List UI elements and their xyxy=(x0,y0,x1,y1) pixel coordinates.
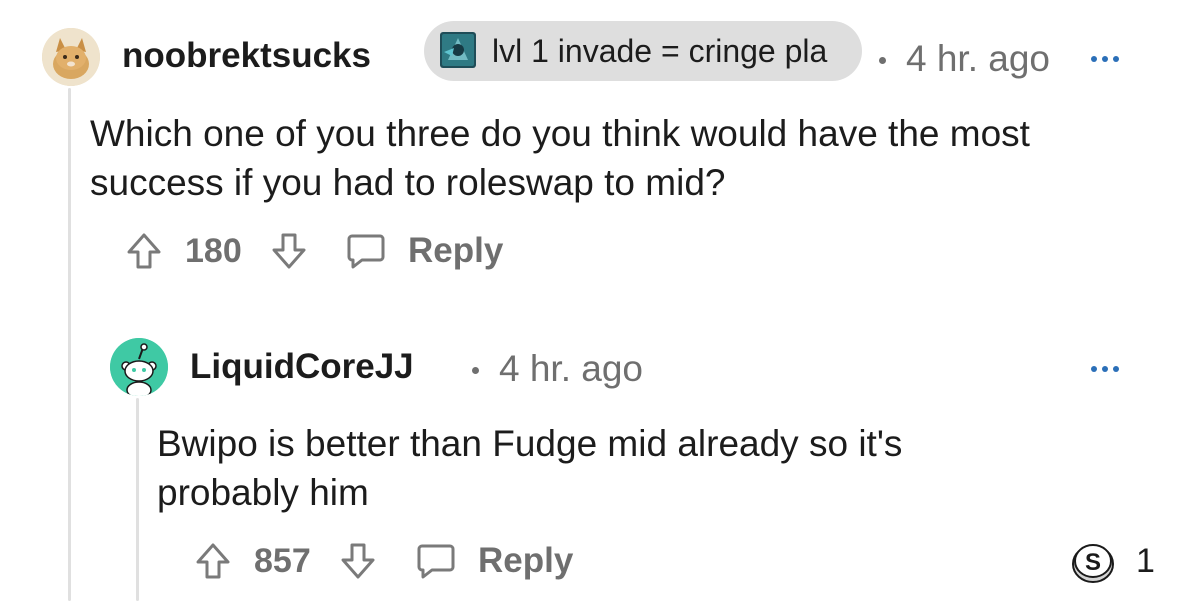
flair-champion-icon xyxy=(440,32,476,68)
award-count: 1 xyxy=(1136,542,1155,580)
reply-icon[interactable] xyxy=(416,542,456,580)
comment-username[interactable]: noobrektsucks xyxy=(122,36,371,76)
flair-text: lvl 1 invade = cringe pla xyxy=(492,33,828,69)
reply-timestamp: 4 hr. ago xyxy=(499,348,644,389)
reply-username[interactable]: LiquidCoreJJ xyxy=(190,347,414,387)
more-options-button[interactable] xyxy=(1091,56,1119,62)
reply-button[interactable]: Reply xyxy=(478,541,573,581)
upvote-icon[interactable] xyxy=(195,542,231,580)
meta-separator-dot xyxy=(879,57,886,64)
reply-button[interactable]: Reply xyxy=(408,231,503,271)
avatar[interactable] xyxy=(110,338,168,396)
reply-body: Bwipo is better than Fudge mid already s… xyxy=(157,423,903,513)
downvote-icon[interactable] xyxy=(340,542,376,580)
thread-line-reply[interactable] xyxy=(136,398,139,601)
reply-icon[interactable] xyxy=(346,232,386,270)
user-flair: lvl 1 invade = cringe pla xyxy=(424,21,862,81)
upvote-count: 857 xyxy=(254,542,311,580)
more-options-button[interactable] xyxy=(1091,366,1119,372)
upvote-count: 180 xyxy=(185,232,242,270)
upvote-icon[interactable] xyxy=(126,232,162,270)
comment-timestamp: 4 hr. ago xyxy=(906,38,1051,79)
award-icon[interactable]: S xyxy=(1070,540,1116,584)
avatar[interactable] xyxy=(42,28,100,86)
svg-text:S: S xyxy=(1085,549,1101,576)
downvote-icon[interactable] xyxy=(271,232,307,270)
comment-body: Which one of you three do you think woul… xyxy=(90,113,1030,203)
meta-separator-dot xyxy=(472,367,479,374)
thread-line-main[interactable] xyxy=(68,88,71,601)
